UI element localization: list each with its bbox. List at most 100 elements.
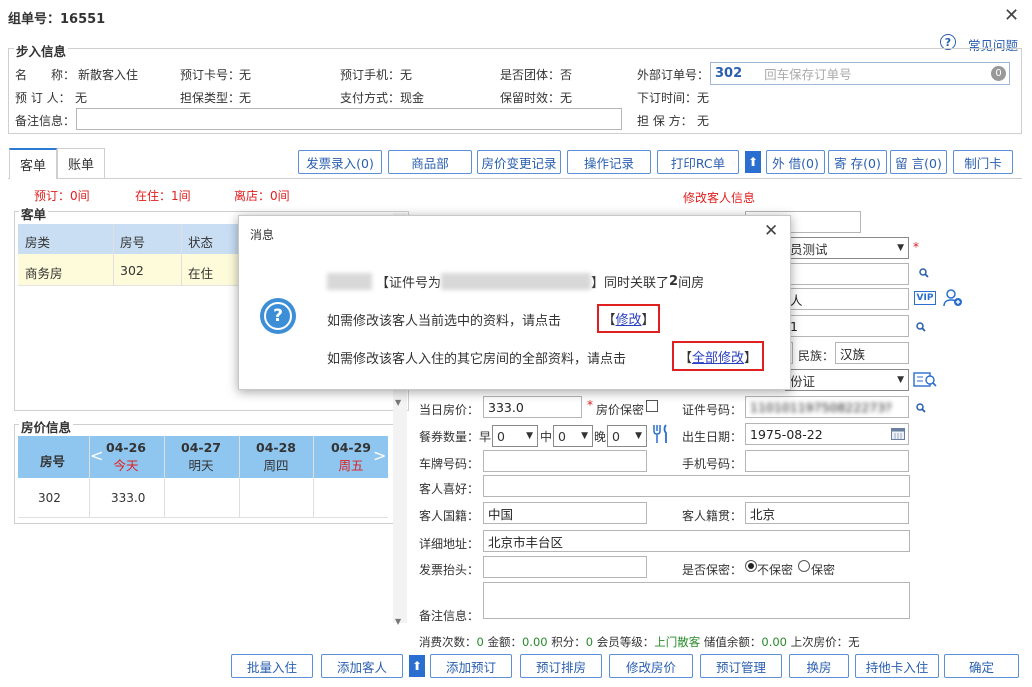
id-no-field[interactable]: 11010119750822273? bbox=[745, 396, 909, 418]
tab-guest[interactable]: 客单 bbox=[9, 148, 57, 179]
dinner-select[interactable]: 0 ▼ bbox=[607, 425, 647, 447]
other-card-checkin-button[interactable]: 持他卡入住 bbox=[855, 654, 939, 678]
upload-icon[interactable]: ⬆ bbox=[745, 151, 761, 173]
mobile-field[interactable] bbox=[745, 450, 909, 472]
pay-value: 现金 bbox=[400, 91, 425, 105]
scroll-down-icon[interactable]: ▼ bbox=[395, 398, 401, 407]
search-icon[interactable] bbox=[919, 268, 929, 278]
price-secret-checkbox[interactable] bbox=[646, 400, 658, 412]
dialog-close-icon[interactable]: ✕ bbox=[764, 221, 778, 241]
invoice-entry-button[interactable]: 发票录入(0) bbox=[298, 150, 382, 174]
print-rc-button[interactable]: 打印RC单 bbox=[657, 150, 739, 174]
ethnic-field[interactable]: 汉族 bbox=[835, 342, 909, 364]
native-field[interactable]: 北京 bbox=[745, 502, 909, 524]
today-price-field[interactable]: 333.0 bbox=[483, 396, 582, 418]
id-reader-icon[interactable] bbox=[913, 372, 937, 388]
question-icon: ? bbox=[260, 298, 296, 334]
secret-label: 是否保密： bbox=[682, 563, 743, 577]
deposit-button[interactable]: 寄 存(0) bbox=[828, 150, 887, 174]
scroll-down-icon-2[interactable]: ▼ bbox=[395, 617, 401, 626]
calendar-icon[interactable] bbox=[891, 427, 905, 440]
guest-list-title: 客单 bbox=[19, 204, 49, 223]
operation-log-button[interactable]: 操作记录 bbox=[567, 150, 651, 174]
secret-radio-yes[interactable] bbox=[798, 560, 810, 572]
today-price-value: 333.0 bbox=[488, 399, 524, 415]
secret-opt-no: 不保密 bbox=[757, 563, 794, 577]
required-mark: * bbox=[913, 240, 919, 254]
id-type-select[interactable]: 份证 ▼ bbox=[785, 369, 909, 391]
guarantor-label: 担 保 方： bbox=[637, 114, 693, 128]
search-icon[interactable] bbox=[916, 403, 926, 413]
modify-link-box[interactable]: 【修改】 bbox=[597, 304, 660, 333]
plate-field[interactable] bbox=[483, 450, 647, 472]
day-label: 今天 bbox=[113, 458, 139, 473]
dinner-label: 晚 bbox=[594, 430, 607, 444]
confirm-button[interactable]: 确定 bbox=[944, 654, 1019, 678]
dialog-line1-num: 2 bbox=[669, 274, 679, 289]
address-field[interactable]: 北京市丰台区 bbox=[483, 530, 910, 552]
count-label: 消费次数： bbox=[419, 635, 477, 649]
header-status: 状态 bbox=[188, 235, 214, 250]
message-dialog: 消息 ✕ ? 【证件号为 】同时关联了 2 间房 如需修改该客人当前选中的资料，请点… bbox=[238, 215, 791, 390]
reservation-room-button[interactable]: 预订排房 bbox=[520, 654, 602, 678]
guest-name-value: 人 bbox=[790, 292, 803, 308]
price-change-log-button[interactable]: 房价变更记录 bbox=[477, 150, 561, 174]
breakfast-value: 0 bbox=[497, 428, 505, 444]
remark-input[interactable] bbox=[76, 108, 622, 130]
batch-checkin-button[interactable]: 批量入住 bbox=[231, 654, 313, 678]
address-label: 详细地址： bbox=[419, 537, 480, 551]
vip-icon[interactable]: VIP bbox=[914, 291, 936, 305]
header-room-type: 房类 bbox=[25, 235, 51, 250]
day-date: 04-27 bbox=[181, 440, 221, 455]
stats-line: 消费次数：0 金额：0.00 积分：0 会员等级：上门散客 储值余额：0.00 … bbox=[419, 634, 860, 650]
modify-price-button[interactable]: 修改房价 bbox=[609, 654, 693, 678]
lend-button[interactable]: 外 借(0) bbox=[766, 150, 825, 174]
last-price-value: 无 bbox=[848, 635, 860, 649]
day-col-0: 04-26 今天 bbox=[100, 440, 152, 474]
guest-field-a[interactable] bbox=[785, 263, 909, 285]
lunch-select[interactable]: 0 ▼ bbox=[553, 425, 593, 447]
native-label: 客人籍贯： bbox=[682, 509, 743, 523]
close-icon[interactable]: ✕ bbox=[1004, 5, 1019, 26]
reservation-manage-button[interactable]: 预订管理 bbox=[700, 654, 782, 678]
stored-value: 0.00 bbox=[761, 635, 787, 649]
secret-radio-no[interactable] bbox=[745, 560, 757, 572]
add-user-icon[interactable] bbox=[943, 289, 963, 307]
birth-field[interactable]: 1975-08-22 bbox=[745, 423, 909, 445]
modify-all-link[interactable]: 全部修改 bbox=[692, 347, 744, 366]
group-value: 否 bbox=[560, 68, 573, 82]
modify-link[interactable]: 修改 bbox=[615, 309, 641, 328]
dialog-line1-tail: 间房 bbox=[678, 276, 705, 291]
invoice-field[interactable] bbox=[483, 556, 647, 578]
modify-all-link-box[interactable]: 【全部修改】 bbox=[672, 341, 764, 371]
form-remark-field[interactable] bbox=[483, 582, 910, 619]
nation-field[interactable]: 中国 bbox=[483, 502, 647, 524]
tab-bill[interactable]: 账单 bbox=[57, 148, 105, 178]
step-in-section-title: 步入信息 bbox=[14, 41, 69, 60]
breakfast-select[interactable]: 0 ▼ bbox=[492, 425, 538, 447]
redacted-name bbox=[327, 273, 372, 290]
hobby-field[interactable] bbox=[483, 475, 910, 497]
message-button[interactable]: 留 言(0) bbox=[890, 150, 947, 174]
goods-dept-button[interactable]: 商品部 bbox=[388, 150, 472, 174]
points-label: 积分： bbox=[551, 635, 586, 649]
day-col-3: 04-29 周五 bbox=[325, 440, 377, 474]
day-date: 04-28 bbox=[256, 440, 296, 455]
pay-label: 支付方式： bbox=[340, 91, 401, 105]
order-time-value: 无 bbox=[697, 91, 710, 105]
fork-knife-icon[interactable] bbox=[652, 424, 670, 444]
member-select[interactable]: 员测试 ▼ bbox=[785, 237, 909, 259]
guest-phone-field[interactable]: 1 bbox=[785, 315, 909, 337]
price-secret-label: 房价保密 bbox=[596, 403, 645, 417]
door-card-button[interactable]: 制门卡 bbox=[953, 150, 1013, 174]
amount-value: 0.00 bbox=[521, 635, 548, 649]
search-icon[interactable] bbox=[916, 322, 926, 332]
add-reservation-button[interactable]: 添加预订 bbox=[430, 654, 512, 678]
guest-name-field[interactable]: 人 bbox=[785, 288, 909, 310]
phone-value: 无 bbox=[400, 68, 413, 82]
upload-icon[interactable]: ⬆ bbox=[409, 655, 425, 677]
add-guest-button[interactable]: 添加客人 bbox=[321, 654, 403, 678]
change-room-button[interactable]: 换房 bbox=[789, 654, 849, 678]
ext-order-input[interactable]: 302 回车保存订单号 0 bbox=[710, 62, 1010, 85]
meal-label: 餐券数量： bbox=[419, 430, 480, 444]
